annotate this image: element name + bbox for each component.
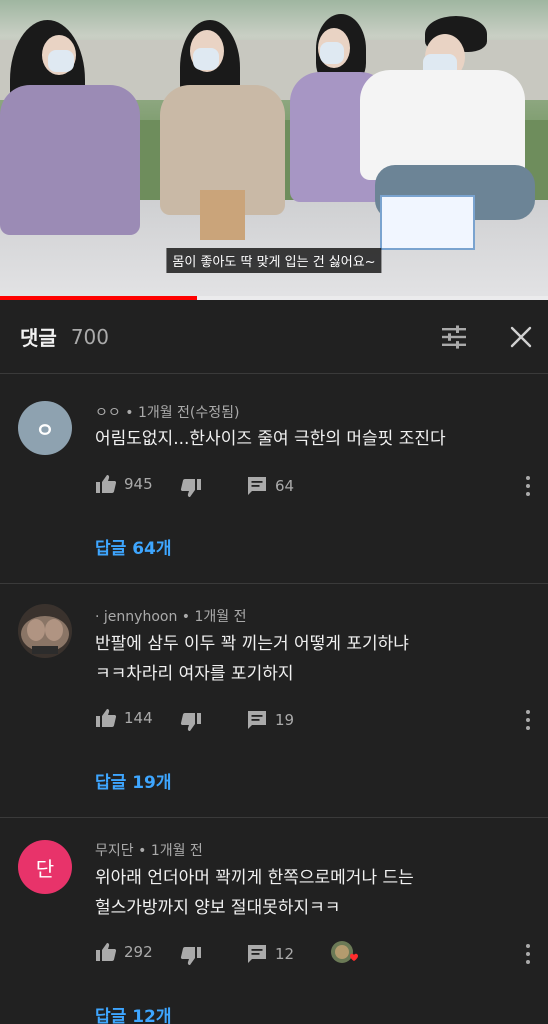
like-button[interactable]: 144 [95,708,153,728]
reply-button[interactable]: 19 [247,710,294,730]
more-options-icon[interactable] [520,943,536,965]
comment-item: 단 무지단 • 1개월 전 위아래 언더아머 꽉끼게 한쪽으로메거나 드는 헐스… [0,818,548,1024]
more-options-icon[interactable] [520,475,536,497]
meta-dot: · [95,609,104,625]
thumbs-down-icon [180,946,202,966]
view-replies-link[interactable]: 답글 19개 [95,768,172,793]
comment-time: 1개월 전 [194,609,247,625]
avatar-letter: 단 [35,856,55,881]
thumbs-up-icon [95,942,117,962]
comment-author[interactable]: 무지단 [95,843,134,859]
like-button[interactable]: 292 [95,942,153,962]
video-sign-board [380,195,475,250]
close-icon[interactable] [508,324,534,350]
video-person-mask [320,42,344,64]
video-paper-box [200,190,245,240]
view-replies-link[interactable]: 답글 64개 [95,534,172,559]
reply-count: 64 [275,477,295,495]
comment-author[interactable]: jennyhoon [104,609,177,625]
comment-item: ㅇ ㅇㅇ • 1개월 전(수정됨) 어림도없지...한사이즈 줄여 극한의 머슬… [0,374,548,584]
video-person-shirt [360,70,525,180]
video-subtitle: 몸이 좋아도 딱 맞게 입는 건 싫어요~ [166,248,382,273]
more-options-icon[interactable] [520,709,536,731]
reply-count: 19 [275,711,295,729]
reply-comment-icon [247,944,267,964]
like-count: 945 [124,475,153,493]
dislike-button[interactable] [180,712,202,732]
comment-time: 1개월 전(수정됨) [137,405,240,421]
thumbs-up-icon [95,474,117,494]
comment-text: 어림도없지...한사이즈 줄여 극한의 머슬핏 조진다 [95,424,446,454]
avatar-photo [18,604,72,658]
reply-button[interactable]: 12 [247,944,294,964]
comment-meta: · jennyhoon • 1개월 전 [95,606,247,626]
comments-title: 댓글 [20,326,57,350]
meta-separator: • [125,405,138,421]
reply-count: 12 [275,945,295,963]
like-count: 292 [124,943,153,961]
meta-separator: • [181,609,195,625]
comment-item: · jennyhoon • 1개월 전 반팔에 삼두 이두 꽉 끼는거 어떻게 … [0,584,548,818]
view-replies-link[interactable]: 답글 12개 [95,1002,172,1024]
sort-icon[interactable] [440,324,468,350]
video-player[interactable]: 몸이 좋아도 딱 맞게 입는 건 싫어요~ [0,0,548,300]
comment-line: 헐스가방까지 양보 절대못하지ㅋㅋ [95,898,341,918]
dislike-button[interactable] [180,946,202,966]
comment-author[interactable]: ㅇㅇ [95,405,121,421]
avatar[interactable] [18,604,72,658]
thumbs-up-icon [95,708,117,728]
creator-heart-icon [331,941,358,963]
avatar-letter: ㅇ [35,417,55,442]
like-count: 144 [124,709,153,727]
comments-header: 댓글 700 [0,300,548,374]
reply-button[interactable]: 64 [247,476,294,496]
video-person-dress [0,85,140,235]
comment-meta: 무지단 • 1개월 전 [95,840,203,860]
thumbs-down-icon [180,478,202,498]
dislike-button[interactable] [180,478,202,498]
meta-separator: • [138,843,151,859]
video-person-mask [48,50,74,72]
thumbs-down-icon [180,712,202,732]
like-button[interactable]: 945 [95,474,153,494]
comment-line: 어림도없지...한사이즈 줄여 극한의 머슬핏 조진다 [95,429,446,449]
comment-text: 반팔에 삼두 이두 꽉 끼는거 어떻게 포기하냐 ㅋㅋ차라리 여자를 포기하지 [95,629,409,689]
avatar[interactable]: ㅇ [18,401,72,455]
creator-heart-badge [330,940,360,966]
avatar[interactable]: 단 [18,840,72,894]
video-person-mask [193,48,219,70]
comment-line: 위아래 언더아머 꽉끼게 한쪽으로메거나 드는 [95,868,414,888]
comment-line: 반팔에 삼두 이두 꽉 끼는거 어떻게 포기하냐 [95,634,409,654]
comment-time: 1개월 전 [150,843,203,859]
comment-meta: ㅇㅇ • 1개월 전(수정됨) [95,402,240,422]
reply-comment-icon [247,710,267,730]
comment-line: ㅋㅋ차라리 여자를 포기하지 [95,664,294,684]
comments-count: 700 [70,324,109,349]
reply-comment-icon [247,476,267,496]
comment-text: 위아래 언더아머 꽉끼게 한쪽으로메거나 드는 헐스가방까지 양보 절대못하지ㅋ… [95,863,414,923]
